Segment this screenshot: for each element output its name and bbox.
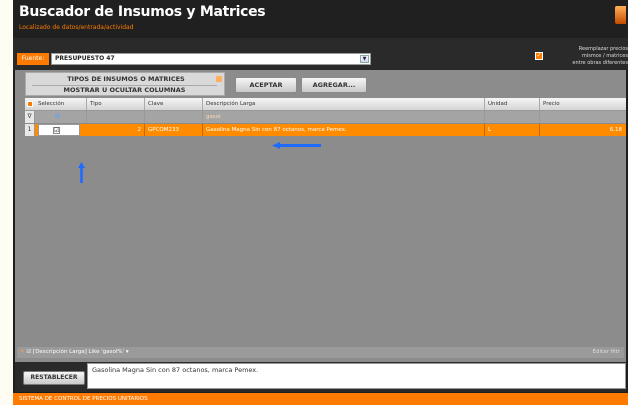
reemplazar-label: Reemplazar precios mismos / matrices ent… — [572, 46, 628, 66]
app-window: Buscador de Insumos y Matrices Localizad… — [13, 0, 628, 405]
title-bar: Buscador de Insumos y Matrices Localizad… — [13, 0, 628, 38]
filter-enable-checkbox[interactable]: ☑ — [26, 349, 31, 355]
cell-clave: GPCOM233 — [145, 124, 203, 136]
fuente-value: PRESUPUESTO 47 — [55, 55, 115, 62]
filter-expression[interactable]: ✕ ☑ [Descripción Larga] Like 'gasol%' ▾ — [20, 347, 129, 358]
fuente-label: Fuente: — [17, 53, 49, 65]
cell-tipo: 2 — [87, 124, 145, 136]
tipos-panel[interactable]: TIPOS DE INSUMOS O MATRICES MOSTRAR U OC… — [25, 72, 225, 96]
row-select-checkbox[interactable]: ☑ — [53, 127, 60, 134]
clear-filter-icon[interactable]: ✕ — [20, 349, 25, 355]
status-bar: SISTEMA DE CONTROL DE PRECIOS UNITARIOS — [13, 393, 628, 405]
col-header-unidad[interactable]: Unidad — [485, 98, 540, 110]
editar-filtro-button[interactable]: Editar filtr — [593, 347, 620, 358]
col-header-descripcion[interactable]: Descripción Larga — [203, 98, 485, 110]
filter-seleccion[interactable]: ☒ — [35, 111, 87, 123]
restablecer-button[interactable]: RESTABLECER — [23, 371, 85, 385]
tipos-insumos-link[interactable]: TIPOS DE INSUMOS O MATRICES — [26, 75, 226, 83]
col-header-tipo[interactable]: Tipo — [87, 98, 145, 110]
window-subtitle: Localizado de datos/entrada/actividad — [19, 24, 134, 31]
main-panel: TIPOS DE INSUMOS O MATRICES MOSTRAR U OC… — [15, 70, 626, 368]
filter-precio[interactable] — [540, 111, 626, 123]
row-select-cell[interactable]: ☑ — [38, 124, 80, 136]
fuente-select[interactable]: PRESUPUESTO 47 ▼ — [51, 53, 371, 65]
filter-row-indicator: ∇ — [25, 111, 35, 123]
cell-descripcion: Gasolina Magna Sin con 87 octanos, marca… — [203, 124, 485, 136]
grid-header: Selección Tipo Clave Descripción Larga U… — [25, 98, 626, 111]
filter-descripcion[interactable]: gasol — [203, 111, 485, 123]
select-all-checkbox[interactable] — [27, 101, 33, 107]
filter-dropdown-icon[interactable]: ▾ — [126, 349, 129, 355]
cell-unidad: L — [485, 124, 540, 136]
up-arrow-icon — [78, 162, 85, 183]
filter-clave[interactable] — [145, 111, 203, 123]
agregar-button[interactable]: AGREGAR... — [301, 77, 367, 93]
col-header-seleccion[interactable]: Selección — [35, 98, 87, 110]
filter-row: ∇ ☒ gasol — [25, 111, 626, 123]
results-grid: Selección Tipo Clave Descripción Larga U… — [25, 98, 626, 338]
table-row[interactable]: 1 ☑ 2 GPCOM233 Gasolina Magna Sin con 87… — [25, 124, 626, 136]
filter-text: [Descripción Larga] Like 'gasol%' — [33, 349, 125, 355]
bottom-bar: RESTABLECER Gasolina Magna Sin con 87 oc… — [15, 362, 626, 392]
left-arrow-icon — [272, 142, 321, 149]
aceptar-button[interactable]: ACEPTAR — [235, 77, 297, 93]
toolbar: Fuente: PRESUPUESTO 47 ▼ ✓ Reemplazar pr… — [13, 38, 628, 70]
cell-precio: 6.18 — [609, 127, 622, 133]
col-header-clave[interactable]: Clave — [145, 98, 203, 110]
reemplazar-checkbox[interactable]: ✓ — [535, 52, 543, 60]
dropdown-arrow-icon[interactable]: ▼ — [360, 55, 369, 63]
app-icon — [615, 6, 626, 24]
filter-unidad[interactable] — [485, 111, 540, 123]
filter-bar: ✕ ☑ [Descripción Larga] Like 'gasol%' ▾ … — [17, 347, 624, 358]
expand-icon[interactable] — [216, 76, 222, 82]
window-title: Buscador de Insumos y Matrices — [19, 4, 266, 20]
col-header-precio[interactable]: Precio — [540, 98, 626, 110]
row-indicator: 1 — [25, 124, 35, 136]
mostrar-columnas-link[interactable]: MOSTRAR U OCULTAR COLUMNAS — [32, 85, 217, 94]
filter-check-icon: ☒ — [55, 113, 61, 120]
filter-tipo[interactable] — [87, 111, 145, 123]
description-box[interactable]: Gasolina Magna Sin con 87 octanos, marca… — [87, 363, 626, 389]
status-text: SISTEMA DE CONTROL DE PRECIOS UNITARIOS — [19, 396, 148, 402]
